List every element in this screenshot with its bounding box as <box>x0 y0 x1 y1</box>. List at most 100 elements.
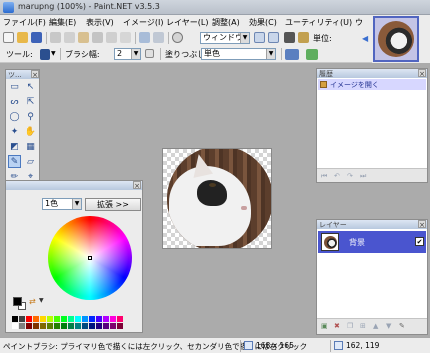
palette-swatch[interactable] <box>12 316 18 322</box>
duplicate-layer-icon[interactable]: ❐ <box>347 322 353 330</box>
paste-new-icon[interactable] <box>92 32 103 43</box>
fill-combo[interactable]: 単色 ▼ <box>201 48 276 60</box>
antialias-icon[interactable] <box>145 49 154 58</box>
zoom-combo[interactable]: ウィンドウ ▼ <box>200 32 250 44</box>
rewind-icon[interactable]: ⏮ <box>321 172 327 181</box>
layer-properties-icon[interactable]: ✎ <box>399 322 405 330</box>
copy-icon[interactable] <box>64 32 75 43</box>
ellipse-select-tool-icon[interactable]: ◯ <box>8 111 21 124</box>
image-canvas[interactable] <box>162 148 272 249</box>
eraser-tool-icon[interactable]: ▱ <box>24 156 37 169</box>
palette-swatch[interactable] <box>12 323 18 329</box>
palette-swatch[interactable] <box>54 316 60 322</box>
image-thumbnail-tab[interactable] <box>373 16 419 62</box>
magic-wand-tool-icon[interactable]: ✦ <box>8 126 21 139</box>
paintbrush-tool-icon[interactable]: ✎ <box>8 155 21 168</box>
rect-select-tool-icon[interactable]: ▭ <box>8 81 21 94</box>
undo-icon[interactable] <box>139 32 150 43</box>
close-icon[interactable]: × <box>418 69 426 78</box>
antialiasing-toggle-icon[interactable] <box>285 49 299 60</box>
gradient-tool-icon[interactable]: ▦ <box>24 141 37 154</box>
zoom-in-icon[interactable] <box>254 32 265 43</box>
menu-edit[interactable]: 編集(E) <box>49 17 76 28</box>
menu-utilities[interactable]: ユーティリティ(U) <box>285 17 352 28</box>
layer-row[interactable]: 背景 ✔ <box>318 231 426 253</box>
palette-swatch[interactable] <box>75 323 81 329</box>
palette-swatch[interactable] <box>89 323 95 329</box>
chevron-down-icon[interactable]: ▼ <box>51 50 56 57</box>
palette-swatch[interactable] <box>61 316 67 322</box>
palette-swatch[interactable] <box>110 323 116 329</box>
redo-icon[interactable]: ↷ <box>347 172 353 180</box>
palette-swatch[interactable] <box>26 323 32 329</box>
palette-swatch[interactable] <box>47 316 53 322</box>
deselect-icon[interactable] <box>120 32 131 43</box>
palette-swatch[interactable] <box>26 316 32 322</box>
zoom-icon[interactable] <box>172 32 183 43</box>
move-selection-tool-icon[interactable]: ⇱ <box>24 96 37 109</box>
redo-icon[interactable] <box>153 32 164 43</box>
move-up-icon[interactable]: ▲ <box>373 322 378 330</box>
palette-swatch[interactable] <box>61 323 67 329</box>
palette-swatch[interactable] <box>40 323 46 329</box>
lasso-tool-icon[interactable]: ᔕ <box>8 96 21 109</box>
palette-swatch[interactable] <box>82 323 88 329</box>
cut-icon[interactable] <box>50 32 61 43</box>
fast-forward-icon[interactable]: ⏭ <box>360 172 366 181</box>
palette-swatch[interactable] <box>82 316 88 322</box>
layer-visibility-checkbox[interactable]: ✔ <box>415 237 424 246</box>
palette-swatch[interactable] <box>19 323 25 329</box>
brush-width-combo[interactable]: 2 ▼ <box>114 48 141 60</box>
pan-tool-icon[interactable]: ✋ <box>24 126 37 139</box>
menu-adjust[interactable]: 調整(A) <box>212 17 240 28</box>
move-down-icon[interactable]: ▼ <box>386 322 391 330</box>
palette-swatch[interactable] <box>89 316 95 322</box>
crop-icon[interactable] <box>106 32 117 43</box>
close-icon[interactable]: × <box>31 70 39 79</box>
color-mode-combo[interactable]: 1色 ▼ <box>42 198 82 210</box>
palette-swatch[interactable] <box>96 323 102 329</box>
merge-layer-icon[interactable]: ⊞ <box>360 322 366 330</box>
undo-icon[interactable]: ↶ <box>334 172 340 180</box>
palette-swatch[interactable] <box>54 323 60 329</box>
palette-swatch[interactable] <box>110 316 116 322</box>
delete-layer-icon[interactable]: ✖ <box>334 322 340 330</box>
palette-swatch[interactable] <box>68 316 74 322</box>
palette-swatch[interactable] <box>117 323 123 329</box>
scroll-left-icon[interactable]: ◀ <box>362 34 370 43</box>
zoom-out-icon[interactable] <box>268 32 279 43</box>
menu-view[interactable]: 表示(V) <box>86 17 114 28</box>
swap-colors-icon[interactable]: ⇄ <box>29 297 36 306</box>
grid-icon[interactable] <box>284 32 295 43</box>
menu-image[interactable]: イメージ(I) <box>123 17 163 28</box>
color-wheel-marker[interactable] <box>88 256 92 260</box>
chevron-down-icon[interactable]: ▼ <box>39 297 44 304</box>
palette-swatch[interactable] <box>68 323 74 329</box>
brush-tool-icon[interactable] <box>40 49 50 60</box>
close-icon[interactable]: × <box>418 220 426 229</box>
menu-window[interactable]: ウ <box>355 17 363 28</box>
blend-mode-icon[interactable] <box>306 49 318 60</box>
ruler-icon[interactable] <box>298 32 309 43</box>
bucket-tool-icon[interactable]: ◩ <box>8 141 21 154</box>
palette-swatch[interactable] <box>33 323 39 329</box>
palette-swatch[interactable] <box>40 316 46 322</box>
palette-swatch[interactable] <box>103 316 109 322</box>
palette-swatch[interactable] <box>103 323 109 329</box>
move-tool-icon[interactable]: ↖ <box>24 81 37 94</box>
palette-swatch[interactable] <box>117 316 123 322</box>
palette-swatch[interactable] <box>96 316 102 322</box>
palette-swatch[interactable] <box>47 323 53 329</box>
primary-color-swatch[interactable] <box>13 297 22 306</box>
history-item[interactable]: イメージを開く <box>318 79 426 90</box>
palette-swatch[interactable] <box>19 316 25 322</box>
save-icon[interactable] <box>31 32 42 43</box>
menu-effects[interactable]: 効果(C) <box>249 17 277 28</box>
palette-swatch[interactable] <box>75 316 81 322</box>
menu-file[interactable]: ファイル(F) <box>3 17 46 28</box>
open-icon[interactable] <box>17 32 28 43</box>
zoom-tool-icon[interactable]: ⚲ <box>24 111 37 124</box>
add-layer-icon[interactable]: ▣ <box>321 322 328 330</box>
menu-layer[interactable]: レイヤー(L) <box>166 17 208 28</box>
paste-icon[interactable] <box>78 32 89 43</box>
